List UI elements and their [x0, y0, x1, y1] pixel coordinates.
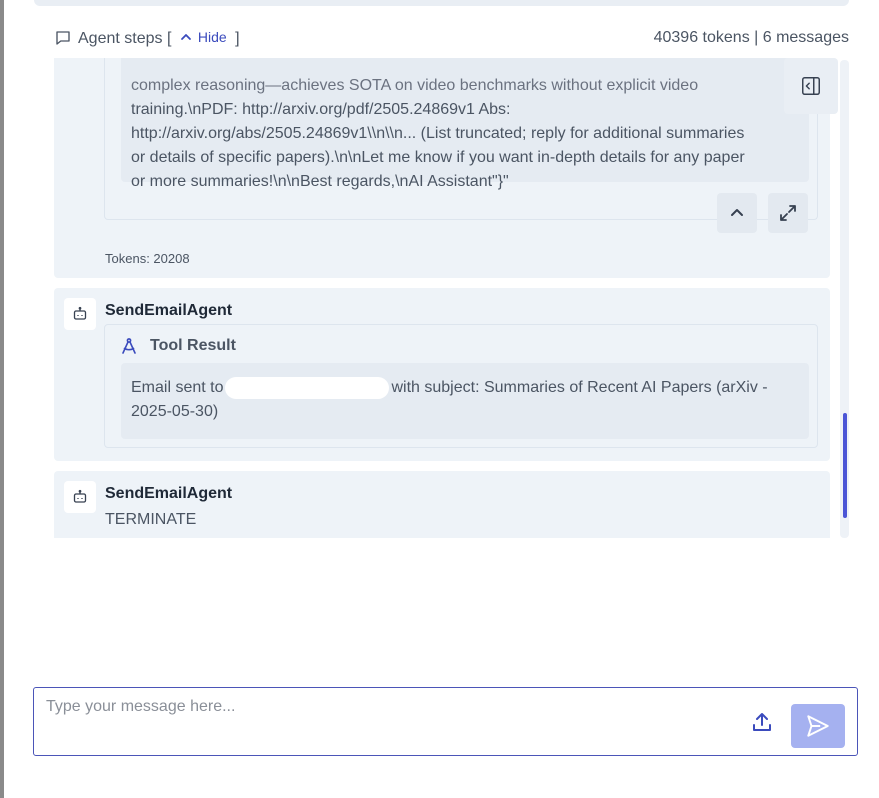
hide-steps-button[interactable]: Hide	[180, 29, 227, 45]
chevron-up-icon	[180, 34, 191, 40]
previous-card-edge	[34, 0, 849, 6]
tool-result-suffix: with subject: Summaries of Recent AI Pap…	[391, 379, 768, 396]
tool-result-prefix: Email sent to	[131, 379, 224, 396]
agent-name: SendEmailAgent	[105, 302, 233, 319]
message-composer	[33, 687, 858, 756]
bracket-close: ]	[235, 30, 240, 47]
message-text: TERMINATE	[105, 511, 197, 528]
message-text-line: complex reasoning—achieves SOTA on video…	[131, 77, 699, 94]
expand-message-button[interactable]	[768, 193, 808, 233]
compass-icon	[122, 338, 136, 354]
redacted-email	[225, 376, 390, 399]
sidebar-toggle-icon	[802, 77, 820, 95]
message-text-line: or details of specific papers).\n\nLet m…	[131, 149, 745, 166]
agent-avatar	[64, 298, 96, 330]
send-icon	[807, 715, 829, 737]
scrollbar-thumb[interactable]	[843, 413, 847, 518]
agent-steps-header: Agent steps [ Hide ] 40396 tokens | 6 me…	[54, 28, 849, 50]
message-card: SendEmailAgent TERMINATE	[54, 471, 830, 538]
bracket-open: [	[166, 30, 172, 47]
tool-result-line-2: 2025-05-30)	[131, 403, 219, 420]
message-text-line: or more summaries!\n\nBest regards,\nAI …	[131, 173, 509, 190]
message-card: SendEmailAgent Tool Result Email sent to…	[54, 288, 830, 461]
message-input[interactable]	[46, 698, 736, 728]
agent-steps-panel[interactable]: complex reasoning—achieves SOTA on video…	[34, 58, 849, 538]
agent-name: SendEmailAgent	[105, 485, 233, 502]
agent-steps-label: Agent steps	[78, 30, 163, 47]
tool-result-text: Email sent to with subject: Summaries of …	[121, 363, 809, 439]
agent-steps-title: Agent steps [ Hide ]	[78, 29, 240, 48]
send-button[interactable]	[791, 704, 845, 748]
token-summary: 40396 tokens | 6 messages	[653, 29, 849, 46]
message-text: complex reasoning—achieves SOTA on video…	[121, 58, 809, 190]
tool-result-header: Tool Result	[120, 336, 236, 356]
message-tokens: Tokens: 20208	[105, 251, 190, 266]
agent-avatar	[64, 481, 96, 513]
hide-steps-label: Hide	[197, 29, 227, 45]
upload-icon	[753, 713, 771, 731]
chat-bubble-icon	[56, 31, 70, 45]
tool-result-label: Tool Result	[150, 337, 236, 354]
message-text-line: training.\nPDF: http://arxiv.org/pdf/250…	[131, 101, 511, 118]
tool-result-line: Email sent to with subject: Summaries of …	[131, 376, 799, 400]
collapse-message-button[interactable]	[717, 193, 757, 233]
side-panel-toggle-button[interactable]	[784, 58, 838, 114]
upload-button[interactable]	[750, 710, 774, 734]
robot-icon	[73, 489, 87, 503]
window-edge	[0, 0, 4, 798]
chevron-up-icon	[731, 209, 743, 216]
message-text-line: http://arxiv.org/abs/2505.24869v1\\n\\n.…	[131, 125, 745, 142]
maximize-icon	[780, 205, 796, 221]
robot-icon	[73, 306, 87, 320]
